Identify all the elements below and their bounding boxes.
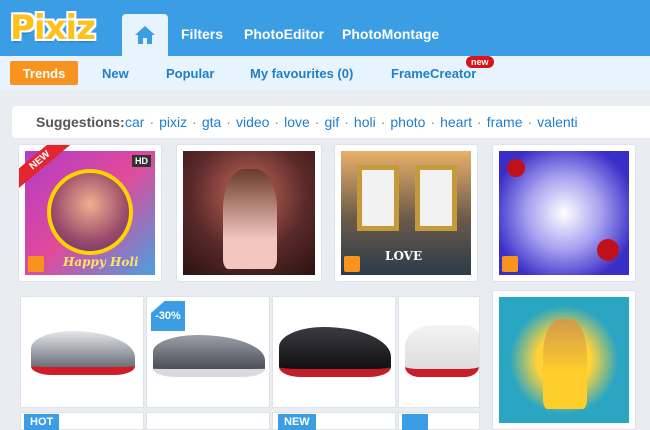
suggestion-love[interactable]: love — [284, 114, 310, 130]
tab-new[interactable]: New — [102, 66, 129, 81]
yellow-montage-thumbnail — [499, 297, 629, 423]
suggestion-photo[interactable]: photo — [390, 114, 425, 130]
suggestion-frame[interactable]: frame — [487, 114, 523, 130]
new-ribbon: NEW — [19, 145, 72, 189]
montage-type-icon — [502, 256, 518, 272]
shoe-ad-2[interactable]: -30% — [146, 296, 270, 408]
montage-card-love-frames[interactable]: LOVE — [334, 144, 478, 282]
shoe-image — [405, 325, 479, 377]
montage-card-holi[interactable]: HD Happy Holi NEW — [18, 144, 162, 282]
home-icon — [135, 26, 155, 44]
pixiz-logo[interactable]: Pixiz — [10, 6, 96, 50]
new-badge: new — [466, 56, 494, 68]
love-caption: LOVE — [385, 249, 423, 263]
home-button[interactable] — [122, 14, 168, 56]
shoe-ad-1[interactable] — [20, 296, 144, 408]
montage-type-icon — [28, 256, 44, 272]
montage-card-yellow[interactable] — [492, 290, 636, 430]
suggestion-pixiz[interactable]: pixiz — [159, 114, 187, 130]
montage-type-icon — [344, 256, 360, 272]
new-badge-bottom: NEW — [278, 414, 316, 430]
shoe-image — [31, 331, 135, 375]
suggestion-heart[interactable]: heart — [440, 114, 472, 130]
tab-popular[interactable]: Popular — [166, 66, 214, 81]
suggestions-label: Suggestions: — [36, 114, 125, 130]
heart-roses-thumbnail — [499, 151, 629, 275]
suggestions-bar: Suggestions: car · pixiz · gta · video · love · gi… — [12, 106, 650, 138]
hd-badge: HD — [132, 155, 151, 167]
hot-badge: HOT — [24, 414, 60, 430]
category-subnav: Trends New Popular My favourites (0) Fra… — [0, 56, 650, 90]
nav-photomontage[interactable]: PhotoMontage — [342, 26, 439, 42]
love-frames-thumbnail: LOVE — [341, 151, 471, 275]
shoe-image — [153, 335, 265, 377]
montage-card-heart-roses[interactable] — [492, 144, 636, 282]
hearts-thumbnail — [183, 151, 315, 275]
shoe-image — [279, 327, 391, 377]
suggestion-holi[interactable]: holi — [354, 114, 376, 130]
tab-my-favourites[interactable]: My favourites (0) — [250, 66, 353, 81]
top-navbar: Pixiz Filters PhotoEditor PhotoMontage — [0, 0, 650, 56]
discount-tag-bottom — [402, 414, 428, 430]
next-row-card-2[interactable] — [146, 412, 270, 430]
tab-framecreator[interactable]: FrameCreator — [391, 66, 476, 81]
suggestion-gta[interactable]: gta — [202, 114, 221, 130]
suggestion-valentine[interactable]: valenti — [537, 114, 577, 130]
nav-filters[interactable]: Filters — [181, 26, 223, 42]
shoe-ad-3[interactable] — [272, 296, 396, 408]
suggestions-list: car · pixiz · gta · video · love · gif · holi · photo ·… — [125, 114, 578, 130]
tab-trends[interactable]: Trends — [10, 61, 78, 85]
logo-text: Pixiz — [10, 8, 96, 48]
suggestion-gif[interactable]: gif — [324, 114, 339, 130]
discount-tag: -30% — [151, 301, 185, 331]
suggestion-car[interactable]: car — [125, 114, 144, 130]
nav-photoeditor[interactable]: PhotoEditor — [244, 26, 324, 42]
montage-card-hearts[interactable] — [176, 144, 322, 282]
holi-caption: Happy Holi — [63, 255, 139, 269]
shoe-ad-4[interactable] — [398, 296, 480, 408]
suggestion-video[interactable]: video — [236, 114, 269, 130]
